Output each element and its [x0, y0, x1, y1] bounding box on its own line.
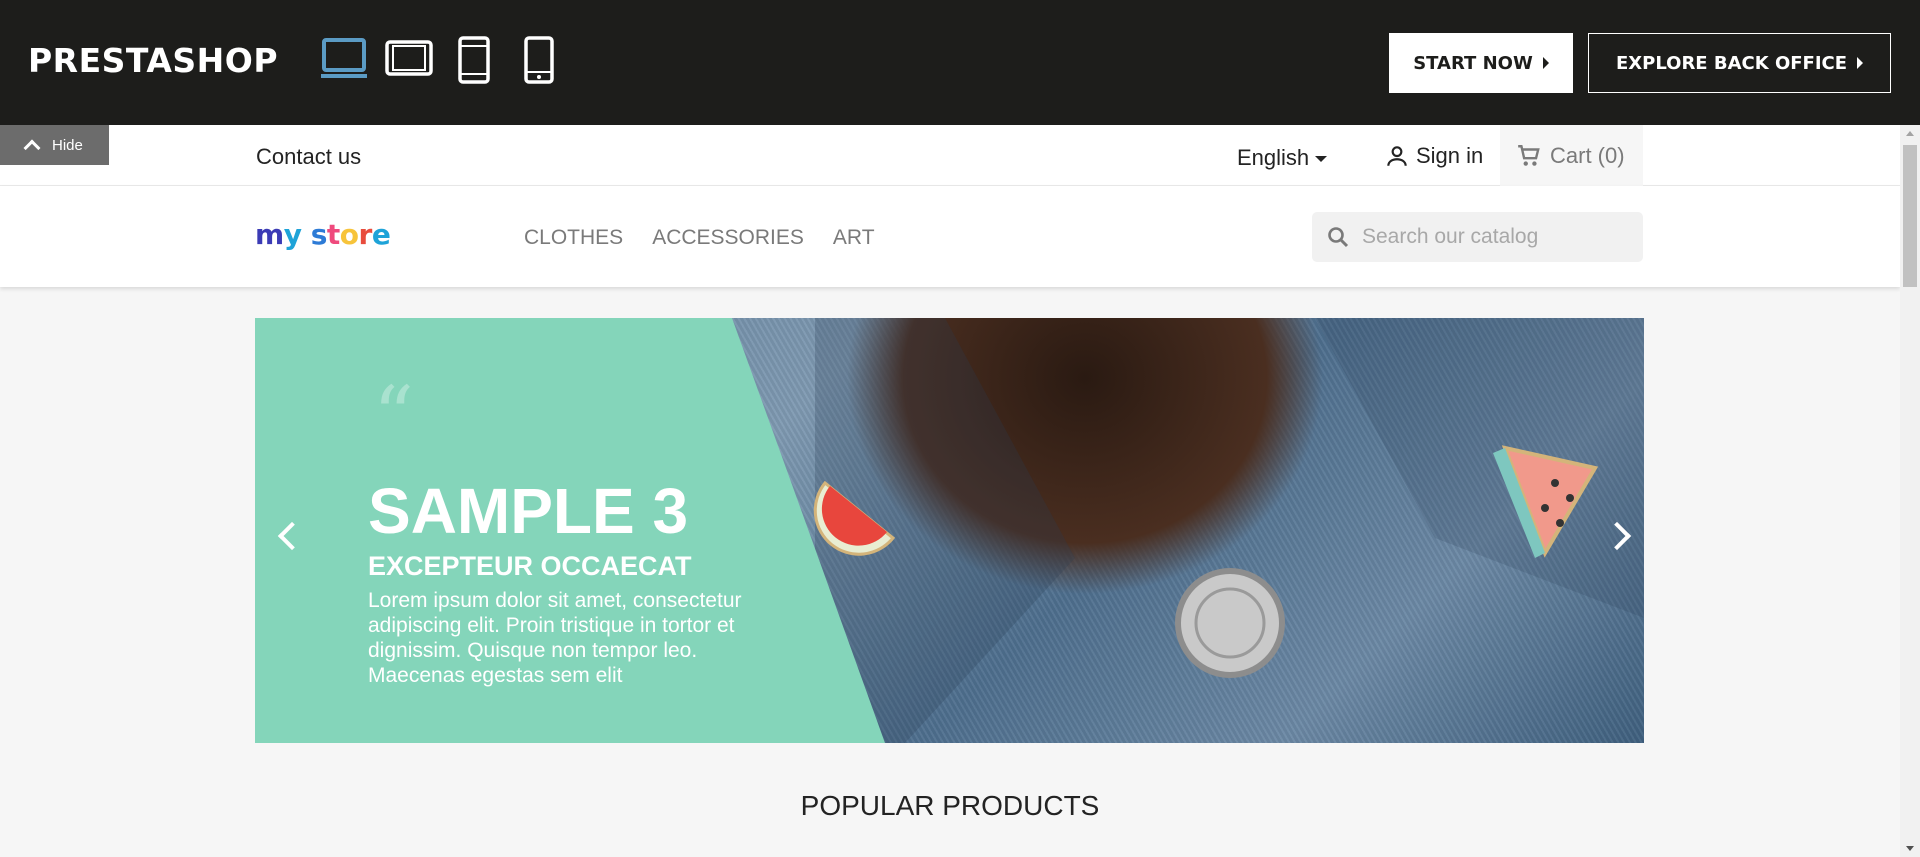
- header-nav: Contact us English Sign in Cart (0): [0, 125, 1900, 186]
- menu-item-art[interactable]: ART: [833, 226, 875, 250]
- tablet-landscape-icon[interactable]: [385, 36, 433, 80]
- menu-item-accessories[interactable]: ACCESSORIES: [652, 226, 804, 250]
- store-logo[interactable]: my store: [255, 218, 391, 251]
- slide-caption: “ SAMPLE 3 EXCEPTEUR OCCAECAT Lorem ipsu…: [255, 318, 1644, 743]
- header-main: my store CLOTHES ACCESSORIES ART: [0, 186, 1900, 287]
- language-selector[interactable]: English: [1237, 145, 1328, 171]
- section-title: POPULAR PRODUCTS: [800, 790, 1100, 821]
- image-slider[interactable]: “ SAMPLE 3 EXCEPTEUR OCCAECAT Lorem ipsu…: [255, 318, 1644, 743]
- hide-toolbar-button[interactable]: Hide: [0, 125, 109, 165]
- language-label: English: [1237, 145, 1310, 170]
- demo-toolbar: PRESTASHOP START NOW EXPLORE BACK OFFICE: [0, 0, 1920, 125]
- desktop-icon[interactable]: [320, 36, 368, 80]
- scroll-thumb[interactable]: [1903, 145, 1917, 287]
- chevron-up-icon: [23, 139, 41, 157]
- hide-label: Hide: [52, 136, 83, 154]
- scroll-down-icon[interactable]: [1906, 846, 1914, 851]
- main-menu: CLOTHES ACCESSORIES ART: [524, 226, 875, 250]
- sign-in-link[interactable]: Sign in: [1384, 143, 1483, 169]
- explore-label: EXPLORE BACK OFFICE: [1615, 52, 1848, 74]
- user-icon: [1387, 146, 1407, 166]
- mobile-icon[interactable]: [524, 36, 554, 84]
- slide-title: SAMPLE 3: [368, 475, 689, 547]
- contact-link[interactable]: Contact us: [256, 144, 361, 170]
- page-scrollbar[interactable]: [1900, 125, 1920, 857]
- cart-label: Cart (0): [1550, 142, 1625, 168]
- sign-in-label: Sign in: [1416, 143, 1484, 168]
- start-now-label: START NOW: [1413, 52, 1533, 74]
- slide-subtitle: EXCEPTEUR OCCAECAT: [368, 551, 692, 581]
- search-icon[interactable]: [1326, 225, 1350, 249]
- menu-item-clothes[interactable]: CLOTHES: [524, 226, 623, 250]
- caret-right-icon: [1542, 57, 1549, 69]
- scroll-up-icon[interactable]: [1906, 131, 1914, 136]
- search-input[interactable]: [1362, 225, 1622, 249]
- explore-back-office-button[interactable]: EXPLORE BACK OFFICE: [1588, 33, 1891, 93]
- search-box: [1312, 212, 1643, 262]
- caret-right-icon: [1857, 57, 1864, 69]
- tablet-portrait-icon[interactable]: [458, 36, 490, 84]
- chevron-down-icon: [1315, 156, 1328, 162]
- slide-text: Lorem ipsum dolor sit amet, consectetur …: [368, 589, 742, 687]
- quote-icon: “: [373, 369, 414, 462]
- start-now-button[interactable]: START NOW: [1389, 33, 1573, 93]
- cart-button[interactable]: Cart (0): [1500, 125, 1643, 186]
- prestashop-logo[interactable]: PRESTASHOP: [28, 41, 278, 80]
- shopping-cart-icon: [1518, 144, 1540, 166]
